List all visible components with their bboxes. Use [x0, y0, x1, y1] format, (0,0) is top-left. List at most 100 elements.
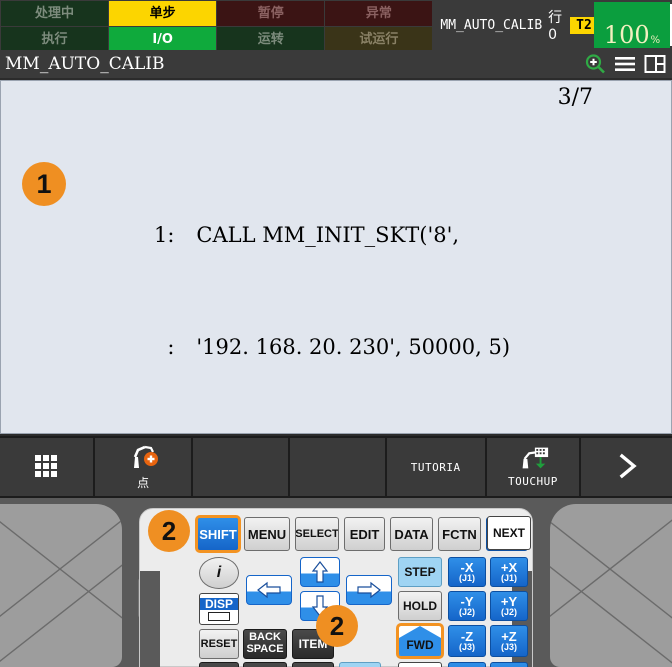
select-label: SELECT — [295, 527, 339, 540]
jog-minus-z-sub: (J3) — [458, 642, 475, 652]
shift-left-key[interactable]: SHIFT — [195, 515, 241, 553]
annotation-badge-2a-label: 2 — [161, 515, 177, 546]
teach-point-label: 点 — [137, 476, 150, 490]
jog-minus-z-key[interactable]: -Z (J3) — [448, 625, 486, 657]
program-line[interactable]: 2:UFRAME_NUM=0 — [1, 417, 671, 433]
jog-plus-y-sub: (J2) — [500, 607, 517, 617]
fctn-key[interactable]: FCTN — [438, 517, 481, 551]
zoom-in-icon[interactable] — [584, 53, 606, 75]
menu-key[interactable]: MENU — [244, 517, 290, 551]
fwd-key[interactable]: FWD — [396, 623, 444, 659]
pendant-screen: 处理中 单步 暂停 异常 执行 I/O 运转 试运行 MM_AUTO_CALIB… — [0, 0, 672, 667]
jog-minus-y-key[interactable]: -Y (J2) — [448, 591, 486, 621]
program-line[interactable]: : '192. 168. 20. 230', 50000, 5) — [1, 305, 671, 359]
select-key[interactable]: SELECT — [295, 517, 339, 551]
reset-key[interactable]: RESET — [199, 629, 239, 659]
annotation-badge-2b-label: 2 — [329, 610, 345, 641]
status-fault-label: 异常 — [365, 6, 392, 21]
status-program-name: MM_AUTO_CALIB — [440, 17, 543, 33]
step-label: STEP — [404, 565, 436, 579]
line-text: CALL MM_INIT_SKT('8', — [196, 223, 460, 247]
status-test-run-label: 试运行 — [359, 32, 399, 47]
step-key[interactable]: STEP — [398, 557, 442, 587]
backspace-label: BACK SPACE — [246, 631, 284, 655]
softkey-3-button[interactable] — [193, 438, 289, 496]
speed-value: 100 — [603, 21, 650, 49]
status-paused-label: 暂停 — [257, 6, 284, 21]
speed-unit: % — [650, 35, 661, 46]
keypad-left-notch — [140, 571, 160, 667]
status-operating: 运转 — [217, 27, 325, 52]
page-title: MM_AUTO_CALIB — [5, 54, 165, 74]
status-paused: 暂停 — [217, 1, 325, 26]
grid-menu-button[interactable] — [0, 438, 93, 496]
robot-touchup-icon — [516, 446, 550, 473]
status-processing-label: 处理中 — [35, 6, 75, 21]
tutorial-button[interactable]: TUTORIA — [386, 438, 485, 496]
disp-key[interactable]: DISP — [199, 593, 239, 625]
jog-plus-rx-key[interactable]: +X(J4) — [490, 662, 528, 667]
chevron-right-icon — [613, 452, 641, 483]
soft-key-bar: 点 TUTORIA TOUCHUP — [0, 436, 672, 498]
next-key[interactable]: NEXT — [487, 516, 531, 550]
line-text: '192. 168. 20. 230', 50000, 5) — [196, 335, 511, 359]
arrow-up-key[interactable] — [300, 557, 340, 587]
line-number: : — [167, 335, 175, 359]
status-indicator-grid: 处理中 单步 暂停 异常 执行 I/O 运转 试运行 — [0, 0, 433, 52]
grid-icon — [33, 453, 59, 482]
info-key[interactable]: i — [199, 557, 239, 589]
softkey-4-button[interactable] — [290, 438, 385, 496]
program-line-list: 1: CALL MM_INIT_SKT('8', : '192. 168. 20. … — [1, 109, 671, 433]
jog-plus-x-key[interactable]: +X (J1) — [490, 557, 528, 587]
jog-minus-x-key[interactable]: -X (J1) — [448, 557, 486, 587]
hamburger-menu-icon[interactable] — [614, 53, 636, 75]
status-test-run: 试运行 — [325, 27, 433, 52]
annotation-badge-1-label: 1 — [36, 168, 52, 199]
pendant-right-grip — [550, 504, 672, 667]
status-running: 执行 — [1, 27, 109, 52]
arrow-up-icon — [311, 561, 329, 583]
status-fault: 异常 — [325, 1, 433, 26]
shift-left-label: SHIFT — [199, 526, 237, 542]
tutorial-label: TUTORIA — [410, 460, 461, 474]
num-9-key[interactable]: 9 — [292, 662, 334, 667]
info-label: i — [216, 564, 222, 581]
fwd-label: FWD — [406, 638, 434, 652]
num-8-key[interactable]: 8 — [243, 662, 287, 667]
jog-minus-y-sub: (J2) — [458, 607, 475, 617]
next-page-button[interactable] — [581, 438, 672, 496]
tool-1-key[interactable]: TOOL 1 — [339, 662, 381, 667]
program-line[interactable]: 1: CALL MM_INIT_SKT('8', — [1, 193, 671, 247]
title-bar: MM_AUTO_CALIB — [0, 50, 672, 80]
split-panel-icon[interactable] — [644, 53, 666, 75]
hold-key[interactable]: HOLD — [398, 591, 442, 621]
data-label: DATA — [394, 526, 429, 542]
menu-label: MENU — [247, 526, 287, 542]
data-key[interactable]: DATA — [390, 517, 433, 551]
num-7-key[interactable]: 7 — [199, 662, 239, 667]
hold-label: HOLD — [403, 599, 437, 613]
program-editor-pane[interactable]: 3/7 1: CALL MM_INIT_SKT('8', : '192. 168. … — [0, 80, 672, 434]
arrow-left-icon — [257, 581, 281, 599]
edit-label: EDIT — [349, 526, 380, 542]
jog-minus-x-sub: (J1) — [458, 573, 475, 583]
teach-point-button[interactable]: 点 — [94, 438, 192, 496]
arrow-right-key[interactable] — [346, 575, 392, 605]
status-line-indicator: 行0 — [548, 10, 563, 43]
jog-plus-z-sub: (J3) — [500, 642, 517, 652]
backspace-key[interactable]: BACK SPACE — [243, 629, 287, 659]
arrow-left-key[interactable] — [246, 575, 292, 605]
touchup-button[interactable]: TOUCHUP — [486, 438, 580, 496]
reset-label: RESET — [200, 637, 238, 650]
status-bar: 处理中 单步 暂停 异常 执行 I/O 运转 试运行 MM_AUTO_CALIB… — [0, 0, 672, 52]
jog-plus-z-key[interactable]: +Z (J3) — [490, 625, 528, 657]
title-bar-icons — [584, 53, 672, 75]
jog-minus-rx-key[interactable]: -X(J4) — [448, 662, 486, 667]
jog-plus-y-key[interactable]: +Y (J2) — [490, 591, 528, 621]
edit-key[interactable]: EDIT — [344, 517, 385, 551]
bwd-key[interactable]: BWD — [398, 662, 442, 667]
touchup-label: TOUCHUP — [507, 475, 558, 488]
arrow-right-icon — [357, 581, 381, 599]
fctn-label: FCTN — [442, 526, 477, 542]
annotation-badge-2a: 2 — [148, 510, 190, 552]
